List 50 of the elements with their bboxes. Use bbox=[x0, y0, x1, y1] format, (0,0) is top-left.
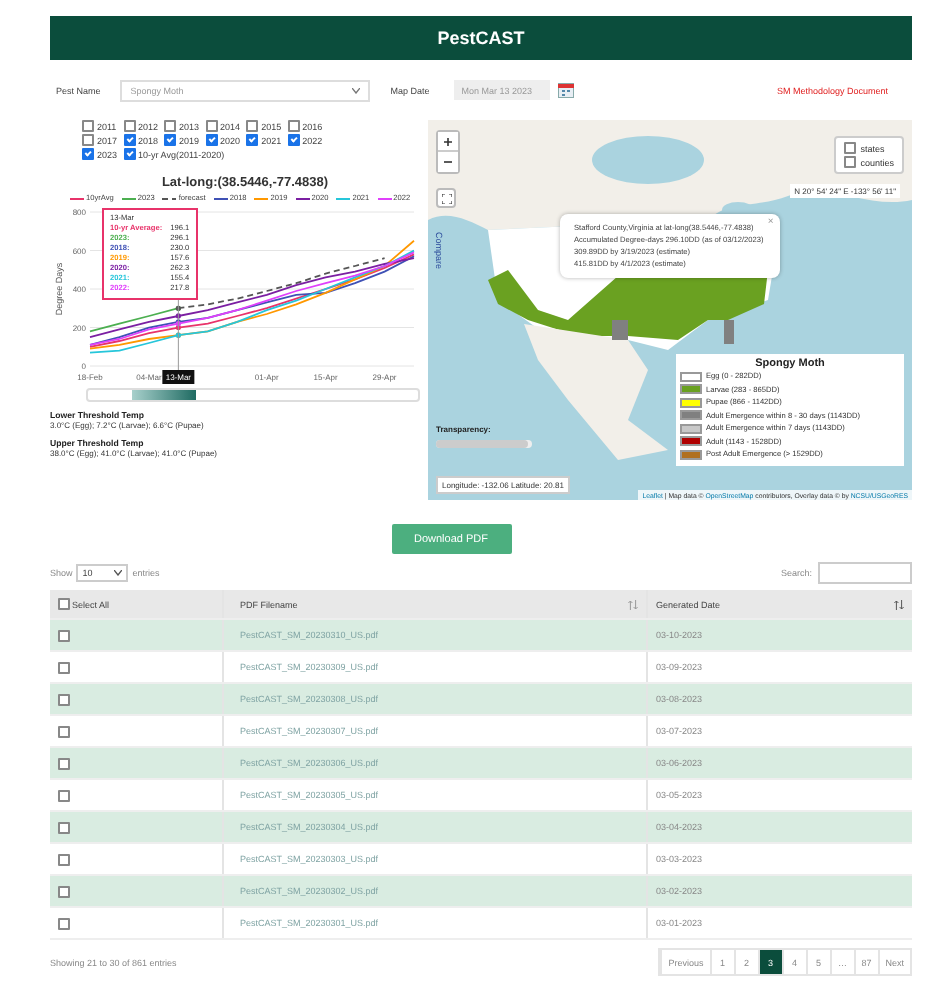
zoom-in-button[interactable] bbox=[438, 132, 458, 152]
transparency-slider[interactable] bbox=[436, 440, 532, 448]
chevron-icon bbox=[352, 87, 361, 93]
legend-line-icon bbox=[295, 195, 310, 201]
row-checkbox[interactable] bbox=[58, 725, 70, 737]
checkbox[interactable] bbox=[205, 120, 218, 132]
checkbox[interactable] bbox=[164, 120, 177, 132]
zoom-slider[interactable] bbox=[86, 388, 420, 402]
legend-line-icon bbox=[70, 195, 84, 201]
checkbox[interactable] bbox=[844, 156, 857, 168]
row-checkbox[interactable] bbox=[58, 789, 70, 801]
row-checkbox[interactable] bbox=[58, 693, 70, 705]
legend-line-icon bbox=[121, 195, 136, 201]
checkbox[interactable] bbox=[123, 148, 136, 160]
expand-icon bbox=[441, 193, 451, 203]
chevron-icon bbox=[114, 570, 123, 576]
slider-handle[interactable] bbox=[132, 390, 196, 400]
legend-line-icon bbox=[254, 195, 269, 201]
checkbox[interactable] bbox=[246, 120, 259, 132]
checkbox[interactable] bbox=[287, 134, 300, 146]
row-checkbox[interactable] bbox=[58, 757, 70, 769]
row-checkbox[interactable] bbox=[58, 853, 70, 865]
checkbox[interactable] bbox=[82, 134, 94, 146]
checkbox[interactable] bbox=[164, 134, 177, 146]
sort-icon[interactable] bbox=[894, 599, 904, 609]
row-checkbox[interactable] bbox=[58, 885, 70, 897]
legend-line-icon bbox=[213, 195, 228, 201]
checkbox[interactable] bbox=[287, 120, 300, 132]
row-checkbox[interactable] bbox=[58, 821, 70, 833]
sort-icon[interactable] bbox=[628, 599, 638, 609]
checkbox[interactable] bbox=[123, 120, 136, 132]
checkbox[interactable] bbox=[205, 134, 218, 146]
fullscreen-button[interactable] bbox=[436, 188, 456, 208]
checkbox[interactable] bbox=[246, 134, 259, 146]
checkbox[interactable] bbox=[82, 120, 94, 132]
legend-line-icon bbox=[377, 195, 392, 201]
row-checkbox[interactable] bbox=[58, 917, 70, 929]
app-title: PestCAST bbox=[437, 28, 525, 48]
checkbox[interactable] bbox=[844, 142, 857, 154]
legend-line-icon bbox=[336, 195, 351, 201]
row-checkbox[interactable] bbox=[58, 629, 70, 641]
select-all-checkbox[interactable] bbox=[58, 598, 70, 610]
legend-line-icon bbox=[162, 195, 177, 201]
checkbox[interactable] bbox=[123, 134, 136, 146]
search-field[interactable] bbox=[818, 562, 912, 584]
minus-icon bbox=[444, 158, 452, 166]
calendar-icon[interactable] bbox=[557, 82, 574, 98]
checkbox[interactable] bbox=[82, 148, 94, 160]
row-checkbox[interactable] bbox=[58, 661, 70, 673]
plus-icon bbox=[444, 137, 452, 145]
